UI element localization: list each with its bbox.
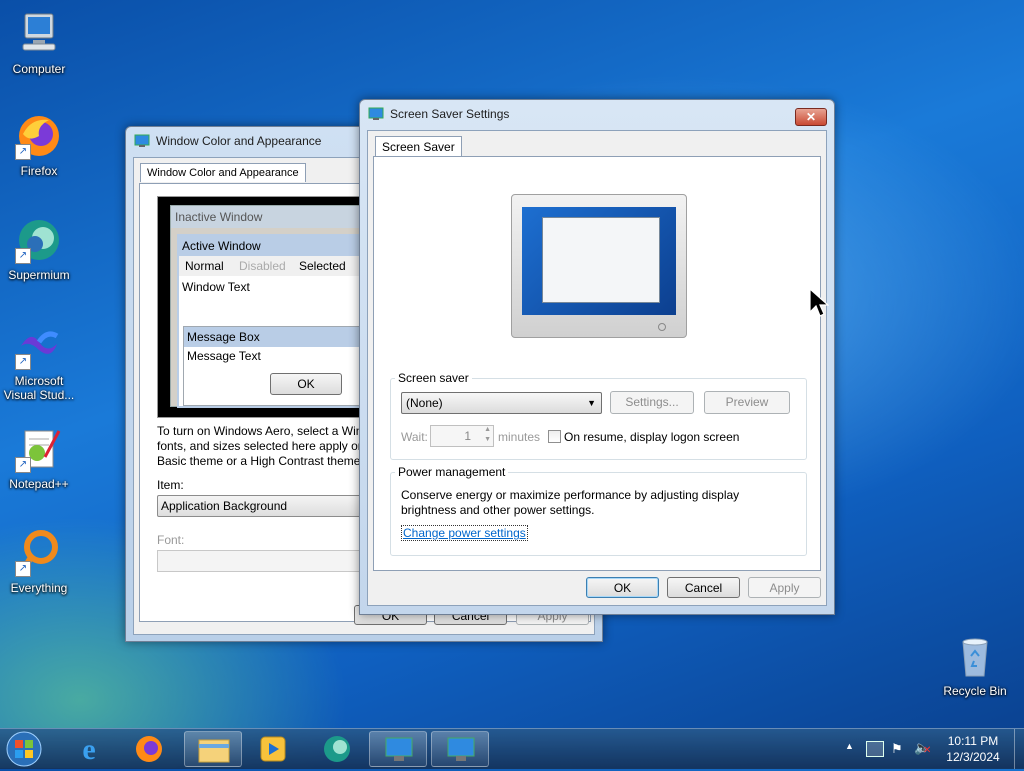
chevron-up-icon: ▲ bbox=[845, 741, 854, 751]
clock-date[interactable]: 12/3/2024 bbox=[940, 750, 1006, 764]
media-player-icon bbox=[260, 736, 286, 762]
wait-value: 1 bbox=[464, 429, 471, 443]
window-title: Window Color and Appearance bbox=[156, 134, 322, 148]
taskbar: e ▲ ⚑ 🔈 ✕ 10:11 PM 12/3/2024 bbox=[0, 728, 1024, 769]
spinner-down-icon: ▼ bbox=[484, 436, 491, 443]
desktop-icon-label: Recycle Bin bbox=[943, 684, 1007, 698]
aero-info-line3: Basic theme or a High Contrast theme. bbox=[157, 454, 364, 468]
shortcut-arrow-icon: ↗ bbox=[15, 457, 31, 473]
monitor-screen bbox=[522, 207, 676, 315]
power-desc-line1: Conserve energy or maximize performance … bbox=[401, 488, 740, 502]
menu-normal: Normal bbox=[185, 259, 224, 273]
windows-logo-icon bbox=[6, 731, 42, 767]
start-button[interactable] bbox=[4, 730, 44, 768]
chevron-down-icon: ▼ bbox=[587, 398, 596, 408]
taskbar-supermium[interactable] bbox=[308, 731, 366, 767]
menu-disabled: Disabled bbox=[239, 259, 286, 273]
desktop-icon-firefox[interactable]: ↗ Firefox bbox=[1, 112, 77, 178]
desktop-icon-recycle-bin[interactable]: Recycle Bin bbox=[937, 632, 1013, 698]
font-label: Font: bbox=[157, 533, 185, 547]
screensaver-apply-button[interactable]: Apply bbox=[748, 577, 821, 598]
screensaver-select[interactable]: (None) ▼ bbox=[401, 392, 602, 414]
item-label: Item: bbox=[157, 478, 184, 492]
minutes-label: minutes bbox=[498, 430, 541, 444]
desktop-icon-label: Supermium bbox=[8, 268, 70, 282]
tab-screen-saver[interactable]: Screen Saver bbox=[375, 136, 462, 157]
screensaver-titlebar[interactable]: Screen Saver Settings ✕ bbox=[360, 100, 834, 128]
display-icon bbox=[134, 134, 150, 148]
supermium-icon: ↗ bbox=[15, 216, 63, 264]
folder-icon bbox=[198, 739, 230, 763]
spinner-up-icon: ▲ bbox=[484, 426, 491, 433]
svg-text:e: e bbox=[82, 733, 95, 766]
aero-info-line2: fonts, and sizes selected here apply onl bbox=[157, 439, 368, 453]
computer-icon bbox=[15, 10, 63, 58]
screen-window-thumb bbox=[542, 217, 660, 303]
internet-explorer-icon: e bbox=[82, 733, 95, 766]
desktop-icon-label: Firefox bbox=[20, 164, 58, 178]
taskbar-ie[interactable]: e bbox=[60, 731, 118, 767]
volume-muted-icon[interactable]: 🔈 ✕ bbox=[914, 740, 931, 756]
taskbar-appearance-window[interactable] bbox=[369, 731, 427, 767]
power-group-label: Power management bbox=[395, 465, 509, 479]
desktop-icon-label: Notepad++ bbox=[9, 477, 69, 491]
supermium-icon bbox=[324, 736, 350, 762]
resume-label: On resume, display logon screen bbox=[564, 430, 740, 444]
desktop-icon-visual-studio[interactable]: ↗ Microsoft Visual Stud... bbox=[1, 322, 77, 402]
firefox-icon bbox=[136, 736, 162, 762]
mouse-cursor-icon bbox=[809, 287, 830, 321]
desktop-icon-notepadpp[interactable]: ↗ Notepad++ bbox=[1, 425, 77, 491]
firefox-icon: ↗ bbox=[15, 112, 63, 160]
screensaver-client: Screen Saver Screen saver (None) ▼ Setti… bbox=[367, 130, 827, 606]
visual-studio-icon: ↗ bbox=[15, 322, 63, 370]
screensaver-icon bbox=[368, 107, 384, 121]
shortcut-arrow-icon: ↗ bbox=[15, 354, 31, 370]
desktop-icon-supermium[interactable]: ↗ Supermium bbox=[1, 216, 77, 282]
taskbar-explorer[interactable] bbox=[184, 731, 242, 767]
change-power-settings-link[interactable]: Change power settings bbox=[401, 525, 528, 541]
recycle-bin-icon bbox=[951, 632, 999, 680]
preview-button[interactable]: Preview bbox=[704, 391, 790, 414]
power-desc-line2: brightness and other power settings. bbox=[401, 503, 595, 517]
resume-checkbox[interactable] bbox=[548, 430, 561, 443]
screensaver-ok-button[interactable]: OK bbox=[586, 577, 659, 598]
network-icon[interactable] bbox=[866, 741, 884, 757]
shortcut-arrow-icon: ↗ bbox=[15, 144, 31, 160]
desktop-icon-label: Computer bbox=[12, 62, 66, 76]
close-icon: ✕ bbox=[805, 110, 817, 124]
everything-icon: ↗ bbox=[15, 529, 63, 577]
screensaver-select-value: (None) bbox=[406, 396, 443, 410]
monitor-power-led bbox=[658, 323, 666, 331]
taskbar-screensaver-window[interactable] bbox=[431, 731, 489, 767]
shortcut-arrow-icon: ↗ bbox=[15, 248, 31, 264]
desktop-icon-computer[interactable]: Computer bbox=[1, 10, 77, 76]
close-button[interactable]: ✕ bbox=[795, 108, 827, 126]
clock-time[interactable]: 10:11 PM bbox=[940, 734, 1006, 748]
taskbar-firefox[interactable] bbox=[120, 731, 178, 767]
taskbar-media-player[interactable] bbox=[244, 731, 302, 767]
show-desktop-button[interactable] bbox=[1014, 729, 1024, 769]
shortcut-arrow-icon: ↗ bbox=[15, 561, 31, 577]
desktop-icon-label: Everything bbox=[10, 581, 68, 595]
screensaver-window: Screen Saver Settings ✕ Screen Saver Scr… bbox=[359, 99, 835, 615]
desktop-icon-everything[interactable]: ↗ Everything bbox=[1, 529, 77, 595]
display-settings-icon bbox=[385, 737, 413, 761]
settings-button[interactable]: Settings... bbox=[610, 391, 694, 414]
screensaver-panel: Screen saver (None) ▼ Settings... Previe… bbox=[373, 156, 821, 571]
display-settings-icon bbox=[447, 737, 475, 761]
screensaver-cancel-button[interactable]: Cancel bbox=[667, 577, 740, 598]
menu-selected: Selected bbox=[299, 259, 346, 273]
notepadpp-icon: ↗ bbox=[15, 425, 63, 473]
action-center-flag-icon[interactable]: ⚑ bbox=[891, 741, 903, 757]
aero-info-line1: To turn on Windows Aero, select a Win bbox=[157, 424, 363, 438]
window-title: Screen Saver Settings bbox=[390, 107, 510, 121]
wait-label: Wait: bbox=[401, 430, 428, 444]
wait-spinner[interactable]: 1 ▲ ▼ bbox=[430, 425, 494, 447]
tab-window-color[interactable]: Window Color and Appearance bbox=[140, 163, 306, 182]
preview-ok-button: OK bbox=[270, 373, 342, 395]
monitor-preview bbox=[511, 194, 687, 338]
desktop-icon-label: Microsoft Visual Stud... bbox=[3, 374, 75, 402]
screen-saver-group-label: Screen saver bbox=[395, 371, 472, 385]
show-hidden-icons-button[interactable]: ▲ bbox=[845, 741, 854, 751]
